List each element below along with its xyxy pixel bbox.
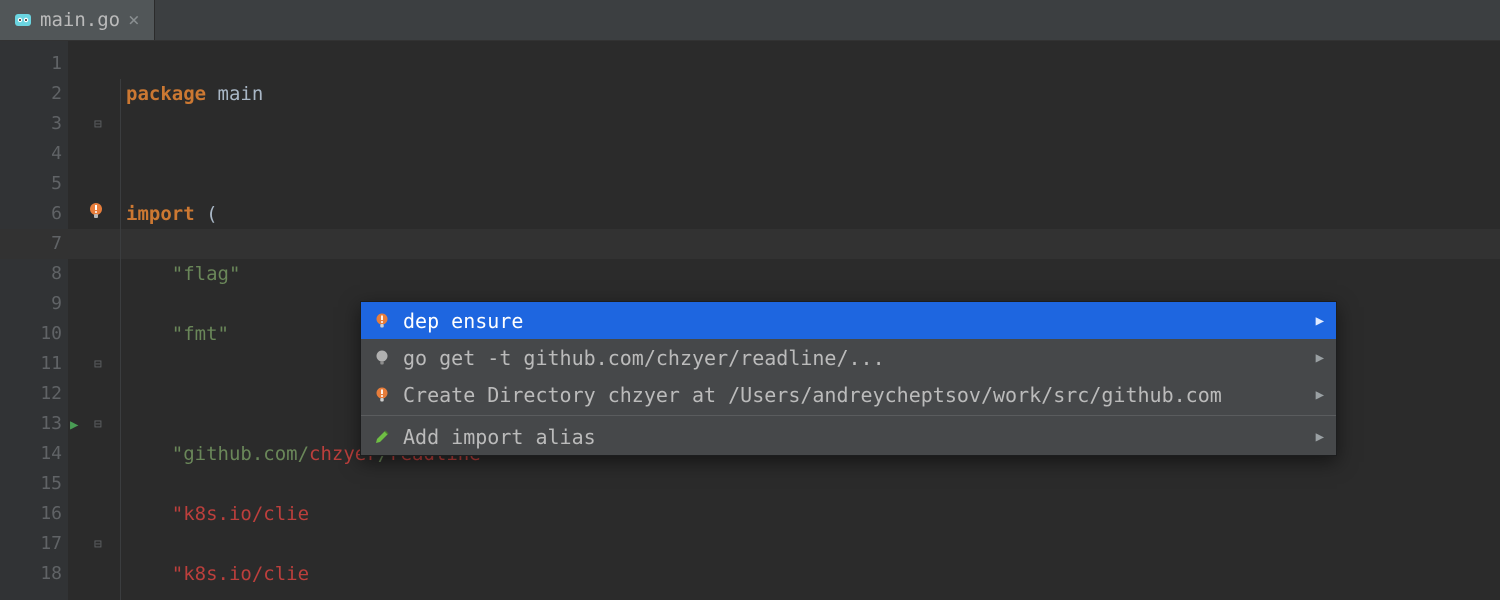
line-number[interactable]: 17 xyxy=(0,529,62,559)
intention-label: Add import alias xyxy=(403,425,596,449)
error-path: "k8s.io/clie xyxy=(172,563,309,585)
lightbulb-error-icon xyxy=(373,386,391,404)
intention-item-go-get[interactable]: go get -t github.com/chzyer/readline/...… xyxy=(361,339,1336,376)
line-number-gutter: 1 2 3 4 5 6 7 8 9 10 11 12 13 14 15 16 1… xyxy=(0,41,68,600)
line-number[interactable]: 9 xyxy=(0,289,62,319)
intention-actions-popup: dep ensure ▶ go get -t github.com/chzyer… xyxy=(360,301,1337,456)
string-literal: "fmt" xyxy=(172,323,229,345)
submenu-arrow-icon: ▶ xyxy=(1316,387,1324,403)
punct: ( xyxy=(195,203,218,225)
line-number[interactable]: 18 xyxy=(0,559,62,589)
line-number[interactable]: 16 xyxy=(0,499,62,529)
line-number[interactable]: 7 xyxy=(0,229,62,259)
line-number[interactable]: 15 xyxy=(0,469,62,499)
editor: 1 2 3 4 5 6 7 8 9 10 11 12 13 14 15 16 1… xyxy=(0,41,1500,600)
line-number[interactable]: 5 xyxy=(0,169,62,199)
intention-label: Create Directory chzyer at /Users/andrey… xyxy=(403,383,1222,407)
line-number[interactable]: 12 xyxy=(0,379,62,409)
submenu-arrow-icon: ▶ xyxy=(1316,429,1324,445)
line-number[interactable]: 8 xyxy=(0,259,62,289)
pencil-edit-icon xyxy=(373,428,391,446)
intention-label: go get -t github.com/chzyer/readline/... xyxy=(403,346,885,370)
go-file-icon xyxy=(14,11,32,29)
line-number[interactable]: 1 xyxy=(0,49,62,79)
string-literal: "github.com/ xyxy=(172,443,309,465)
line-number[interactable]: 2 xyxy=(0,79,62,109)
line-number[interactable]: 6 xyxy=(0,199,62,229)
file-tab[interactable]: main.go × xyxy=(0,0,155,40)
tab-bar: main.go × xyxy=(0,0,1500,41)
intention-item-add-alias[interactable]: Add import alias ▶ xyxy=(361,418,1336,455)
line-number[interactable]: 10 xyxy=(0,319,62,349)
line-number[interactable]: 14 xyxy=(0,439,62,469)
line-number[interactable]: 13 xyxy=(0,409,62,439)
intention-label: dep ensure xyxy=(403,309,523,333)
intention-item-create-dir[interactable]: Create Directory chzyer at /Users/andrey… xyxy=(361,376,1336,413)
string-literal: "flag" xyxy=(172,263,241,285)
intention-item-dep-ensure[interactable]: dep ensure ▶ xyxy=(361,302,1336,339)
error-path: "k8s.io/clie xyxy=(172,503,309,525)
line-number[interactable]: 4 xyxy=(0,139,62,169)
keyword: import xyxy=(126,203,195,225)
popup-separator xyxy=(361,415,1336,416)
submenu-arrow-icon: ▶ xyxy=(1316,350,1324,366)
identifier: main xyxy=(206,83,263,105)
line-number[interactable]: 11 xyxy=(0,349,62,379)
close-icon[interactable]: × xyxy=(128,9,139,31)
keyword: package xyxy=(126,83,206,105)
tab-title: main.go xyxy=(40,9,120,31)
submenu-arrow-icon: ▶ xyxy=(1316,313,1324,329)
lightbulb-error-icon xyxy=(373,312,391,330)
line-number[interactable]: 3 xyxy=(0,109,62,139)
lightbulb-icon xyxy=(373,349,391,367)
